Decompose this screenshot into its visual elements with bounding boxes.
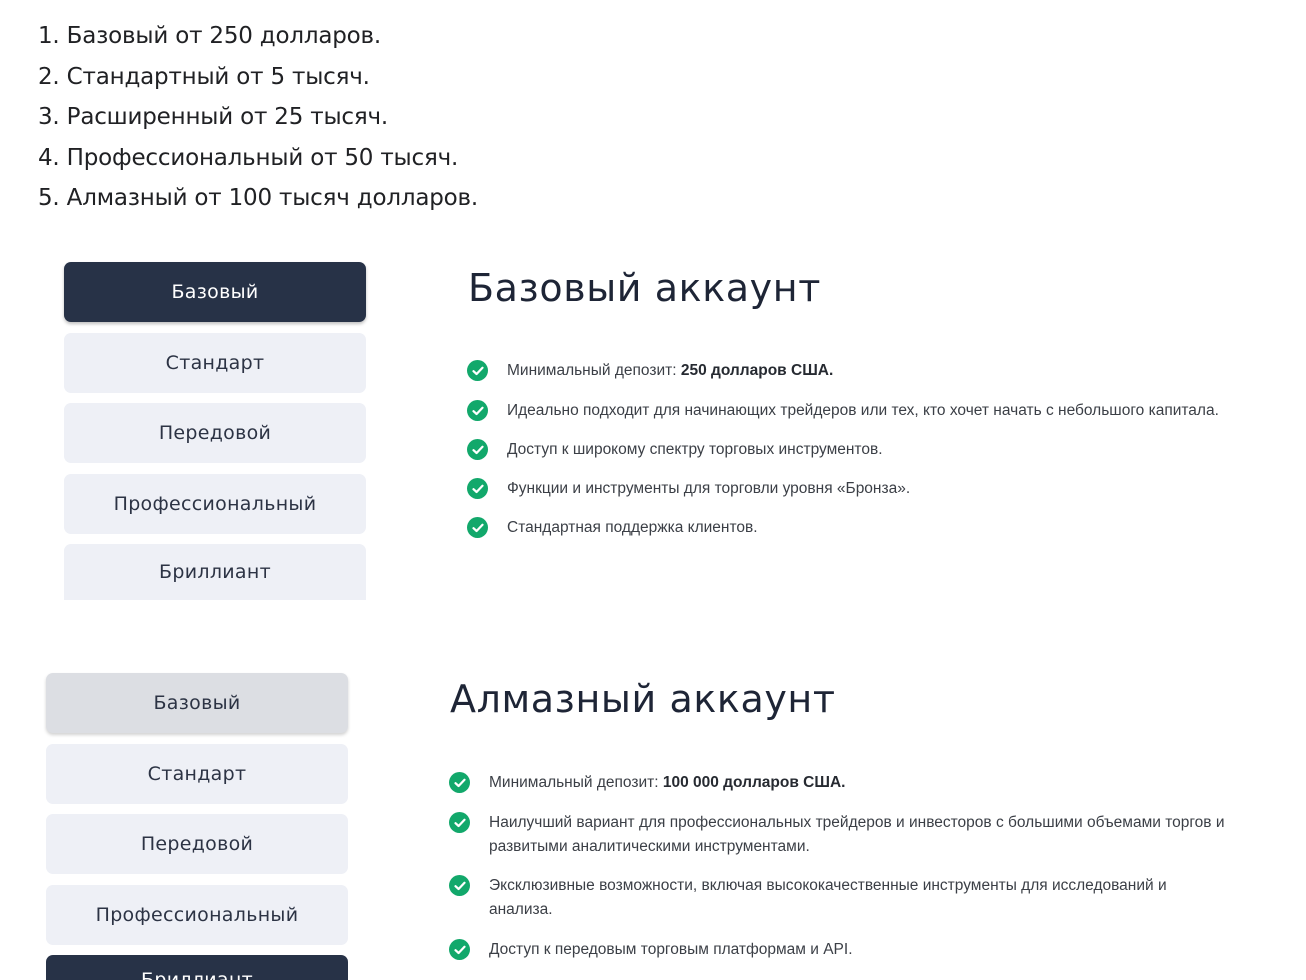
tab-professional[interactable]: Профессиональный bbox=[64, 474, 366, 534]
feature-item: Доступ к передовым торговым платформам и… bbox=[449, 939, 853, 962]
tab-standard[interactable]: Стандарт bbox=[46, 744, 348, 804]
feature-item: Доступ к широкому спектру торговых инстр… bbox=[467, 439, 883, 462]
account-heading: Базовый аккаунт bbox=[468, 266, 821, 310]
feature-item: Наилучший вариант для профессиональных т… bbox=[449, 812, 1259, 859]
tab-standard[interactable]: Стандарт bbox=[64, 333, 366, 393]
tab-advanced[interactable]: Передовой bbox=[64, 403, 366, 463]
tab-basic[interactable]: Базовый bbox=[64, 262, 366, 322]
feature-item: Стандартная поддержка клиентов. bbox=[467, 517, 758, 540]
feature-text: Наилучший вариант для профессиональных т… bbox=[489, 814, 1225, 855]
feature-item: Минимальный депозит: 100 000 долларов СШ… bbox=[449, 772, 845, 795]
feature-item: Идеально подходит для начинающих трейдер… bbox=[467, 400, 1219, 423]
check-circle-icon bbox=[449, 875, 470, 896]
account-tabs: Базовый Стандарт Передовой Профессиональ… bbox=[46, 673, 348, 980]
check-circle-icon bbox=[449, 812, 470, 833]
tab-professional[interactable]: Профессиональный bbox=[46, 885, 348, 945]
feature-text: Эксклюзивные возможности, включая высоко… bbox=[489, 877, 1167, 918]
tab-advanced[interactable]: Передовой bbox=[46, 814, 348, 874]
feature-item: Минимальный депозит: 250 долларов США. bbox=[467, 360, 833, 383]
check-circle-icon bbox=[467, 360, 488, 381]
feature-list: Минимальный депозит: 250 долларов США. И… bbox=[467, 360, 1277, 560]
tab-diamond[interactable]: Бриллиант bbox=[46, 955, 348, 980]
feature-text: Функции и инструменты для торговли уровн… bbox=[507, 480, 911, 497]
feature-item: Эксклюзивные возможности, включая высоко… bbox=[449, 875, 1259, 922]
list-item: 5. Алмазный от 100 тысяч долларов. bbox=[38, 185, 478, 211]
feature-text: Доступ к передовым торговым платформам и… bbox=[489, 941, 853, 958]
list-item: 1. Базовый от 250 долларов. bbox=[38, 23, 382, 49]
tab-diamond[interactable]: Бриллиант bbox=[64, 544, 366, 600]
feature-list: Минимальный депозит: 100 000 долларов СШ… bbox=[449, 772, 1259, 972]
feature-text: Идеально подходит для начинающих трейдер… bbox=[507, 402, 1219, 419]
account-tabs: Базовый Стандарт Передовой Профессиональ… bbox=[64, 262, 366, 600]
list-item: 4. Профессиональный от 50 тысяч. bbox=[38, 144, 459, 171]
check-circle-icon bbox=[467, 517, 488, 538]
check-circle-icon bbox=[449, 939, 470, 960]
check-circle-icon bbox=[467, 439, 488, 460]
account-levels-list: 1. Базовый от 250 долларов. 2. Стандартн… bbox=[38, 16, 478, 219]
check-circle-icon bbox=[467, 400, 488, 421]
account-heading: Алмазный аккаунт bbox=[450, 677, 836, 721]
feature-text: Доступ к широкому спектру торговых инстр… bbox=[507, 441, 883, 458]
feature-text: Минимальный депозит: 100 000 долларов СШ… bbox=[489, 774, 846, 791]
check-circle-icon bbox=[449, 772, 470, 793]
list-item: 2. Стандартный от 5 тысяч. bbox=[38, 63, 370, 90]
feature-text: Минимальный депозит: 250 долларов США. bbox=[507, 362, 834, 379]
tab-basic[interactable]: Базовый bbox=[46, 673, 348, 733]
feature-text: Стандартная поддержка клиентов. bbox=[507, 519, 758, 536]
feature-item: Функции и инструменты для торговли уровн… bbox=[467, 478, 910, 501]
list-item: 3. Расширенный от 25 тысяч. bbox=[38, 104, 388, 130]
check-circle-icon bbox=[467, 478, 488, 499]
